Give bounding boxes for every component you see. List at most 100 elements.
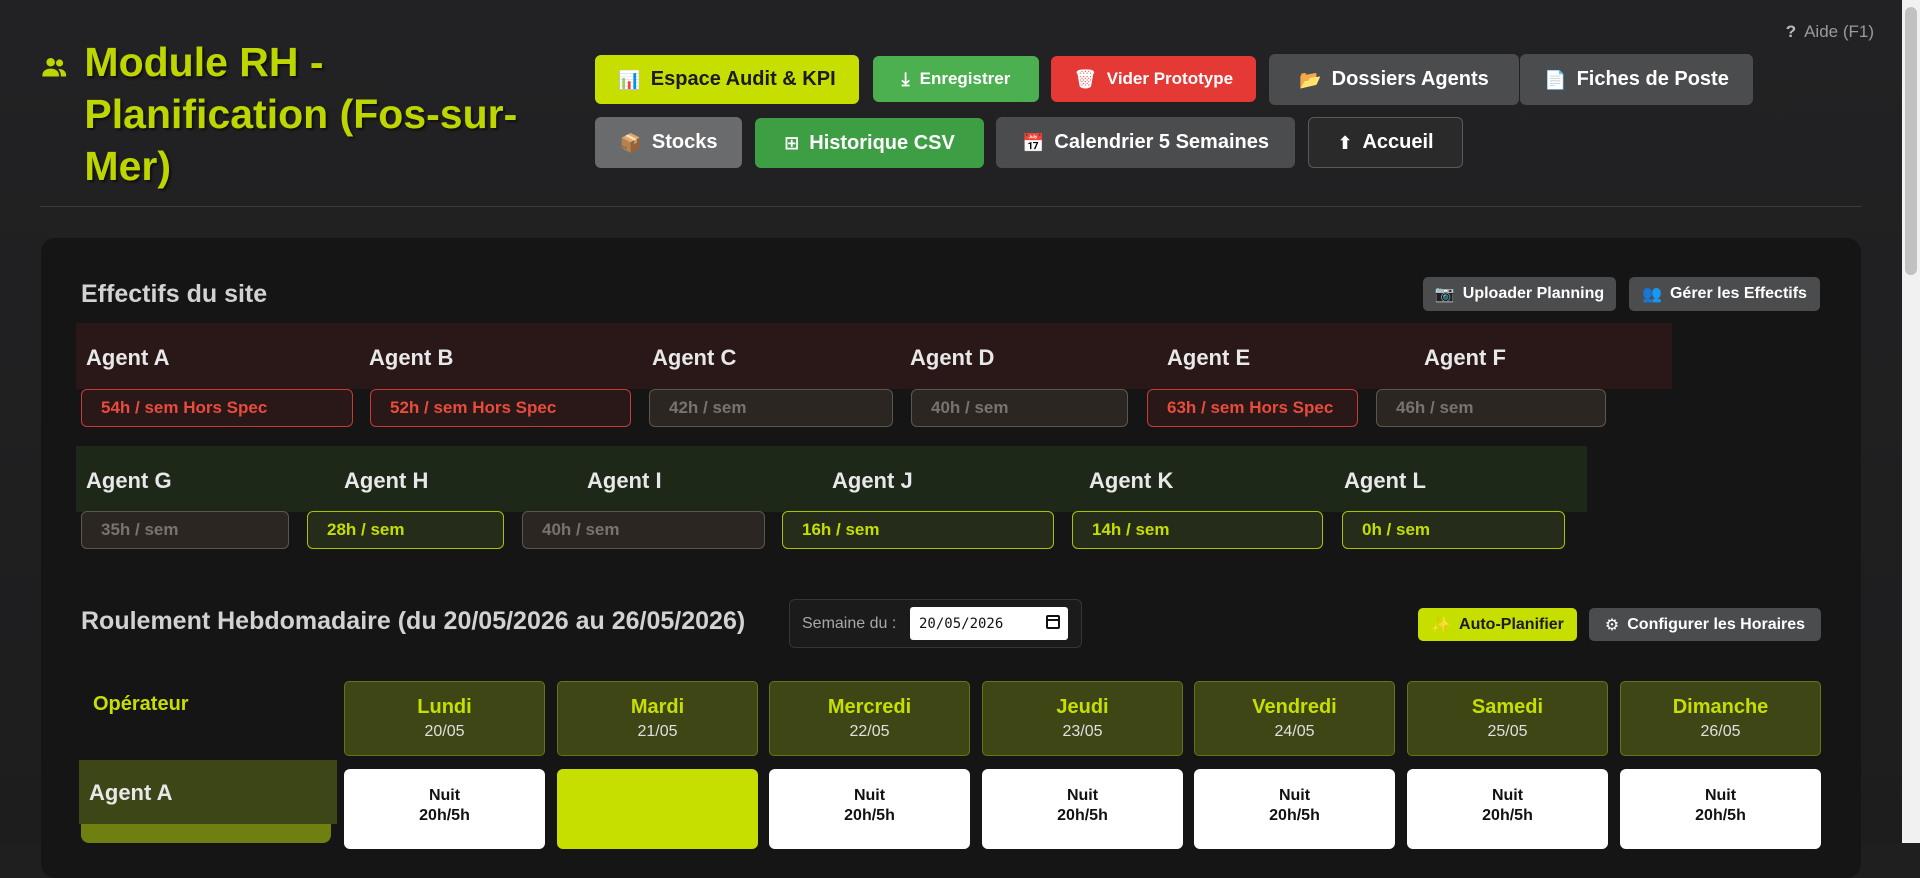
day-name: Vendredi bbox=[1252, 696, 1337, 718]
page-header: Module RH - Planification (Fos-sur-Mer) bbox=[40, 36, 560, 192]
job-sheets-button[interactable]: 📄 Fiches de Poste bbox=[1520, 54, 1753, 105]
day-header: Samedi 25/05 bbox=[1407, 681, 1608, 756]
day-header: Vendredi 24/05 bbox=[1194, 681, 1395, 756]
agent-name: Agent J bbox=[832, 468, 913, 493]
day-name: Dimanche bbox=[1672, 696, 1769, 718]
shift-type: Nuit bbox=[1278, 787, 1311, 804]
shift-cell[interactable] bbox=[557, 769, 758, 849]
stocks-button[interactable]: 📦 Stocks bbox=[595, 117, 742, 168]
week-date-input[interactable]: 20/05/2026 bbox=[910, 607, 1068, 640]
agent-hours-badge[interactable]: 42h / sem bbox=[649, 389, 893, 427]
agent-files-button[interactable]: 📂 Dossiers Agents bbox=[1269, 54, 1519, 105]
agent-hours-badge[interactable]: 16h / sem bbox=[782, 511, 1054, 549]
day-name: Mercredi bbox=[827, 696, 912, 718]
gear-icon: ⚙ bbox=[1604, 616, 1620, 634]
operator-column-header: Opérateur bbox=[93, 693, 189, 715]
agent-name: Agent E bbox=[1167, 345, 1251, 370]
day-header: Lundi 20/05 bbox=[344, 681, 545, 756]
users-icon bbox=[42, 57, 67, 77]
save-button[interactable]: ⤓ Enregistrer bbox=[873, 56, 1039, 102]
shift-type: Nuit bbox=[1066, 787, 1099, 804]
day-header: Mercredi 22/05 bbox=[769, 681, 970, 756]
question-icon: ? bbox=[1785, 22, 1797, 41]
shift-hours: 20h/5h bbox=[1482, 807, 1533, 824]
shift-hours: 20h/5h bbox=[1269, 807, 1320, 824]
agent-hours-badge[interactable]: 46h / sem bbox=[1376, 389, 1606, 427]
agent-hours-badge[interactable]: 14h / sem bbox=[1072, 511, 1323, 549]
day-name: Jeudi bbox=[1056, 696, 1109, 718]
manage-staff-label: Gérer les Effectifs bbox=[1669, 285, 1807, 302]
calendar-picker-icon[interactable] bbox=[1046, 615, 1060, 629]
sparkles-icon: ✨ bbox=[1431, 616, 1452, 634]
shift-type: Nuit bbox=[853, 787, 886, 804]
agent-files-label: Dossiers Agents bbox=[1331, 68, 1489, 90]
day-name: Samedi bbox=[1471, 696, 1544, 718]
agent-hours-badge[interactable]: 54h / sem Hors Spec bbox=[81, 389, 353, 427]
users-icon: 👥 bbox=[1642, 286, 1662, 303]
agent-name: Agent D bbox=[910, 345, 995, 370]
audit-kpi-button[interactable]: 📊 Espace Audit & KPI bbox=[595, 55, 859, 104]
help-link[interactable]: ? Aide (F1) bbox=[1786, 22, 1874, 42]
day-name: Lundi bbox=[417, 696, 472, 718]
camera-icon: 📷 bbox=[1434, 286, 1455, 303]
agent-name: Agent G bbox=[86, 468, 172, 493]
agent-name: Agent I bbox=[587, 468, 662, 493]
shift-cell[interactable]: Nuit 20h/5h bbox=[769, 769, 970, 849]
effectifs-title: Effectifs du site bbox=[81, 280, 268, 308]
week-date-value: 20/05/2026 bbox=[919, 615, 1004, 632]
csv-history-label: Historique CSV bbox=[809, 131, 955, 154]
clear-prototype-button[interactable]: 🗑 Vider Prototype bbox=[1051, 56, 1256, 102]
auto-plan-label: Auto-Planifier bbox=[1459, 615, 1564, 633]
configure-schedules-label: Configurer les Horaires bbox=[1627, 615, 1806, 633]
agent-name: Agent H bbox=[344, 468, 429, 493]
home-label: Accueil bbox=[1362, 131, 1434, 153]
shift-cell[interactable]: Nuit 20h/5h bbox=[344, 769, 545, 849]
shift-type: Nuit bbox=[1491, 787, 1524, 804]
day-date: 22/05 bbox=[849, 723, 890, 740]
help-label: Aide (F1) bbox=[1804, 22, 1874, 41]
agent-name: Agent F bbox=[1424, 345, 1506, 370]
clear-prototype-label: Vider Prototype bbox=[1106, 69, 1234, 88]
shift-hours: 20h/5h bbox=[1695, 807, 1746, 824]
manage-staff-button[interactable]: 👥 Gérer les Effectifs bbox=[1629, 277, 1820, 311]
shift-cell[interactable]: Nuit 20h/5h bbox=[1194, 769, 1395, 849]
upload-planning-label: Uploader Planning bbox=[1462, 285, 1605, 302]
chart-icon: 📊 bbox=[618, 69, 641, 90]
day-header: Jeudi 23/05 bbox=[982, 681, 1183, 756]
trash-icon: 🗑 bbox=[1073, 69, 1097, 89]
shift-type: Nuit bbox=[1704, 787, 1737, 804]
agent-name: Agent A bbox=[86, 345, 170, 370]
shift-cell[interactable]: Nuit 20h/5h bbox=[1620, 769, 1821, 849]
agent-hours-badge[interactable]: 63h / sem Hors Spec bbox=[1147, 389, 1358, 427]
day-header: Mardi 21/05 bbox=[557, 681, 758, 756]
agent-hours-badge[interactable]: 35h / sem bbox=[81, 511, 289, 549]
week-label: Semaine du : bbox=[802, 615, 897, 632]
roulement-title: Roulement Hebdomadaire (du 20/05/2026 au… bbox=[81, 607, 746, 635]
header-divider bbox=[40, 206, 1862, 207]
shift-hours: 20h/5h bbox=[844, 807, 895, 824]
csv-history-button[interactable]: ⊞ Historique CSV bbox=[755, 118, 984, 168]
shift-type: Nuit bbox=[428, 787, 461, 804]
agent-name: Agent L bbox=[1344, 468, 1426, 493]
configure-schedules-button[interactable]: ⚙ Configurer les Horaires bbox=[1589, 608, 1821, 641]
calendar-button[interactable]: 📅 Calendrier 5 Semaines bbox=[996, 117, 1295, 168]
upload-planning-button[interactable]: 📷 Uploader Planning bbox=[1423, 277, 1616, 311]
agent-hours-badge[interactable]: 0h / sem bbox=[1342, 511, 1565, 549]
auto-plan-button[interactable]: ✨ Auto-Planifier bbox=[1418, 608, 1577, 641]
vertical-scrollbar[interactable] bbox=[1902, 0, 1920, 843]
day-date: 24/05 bbox=[1274, 723, 1315, 740]
download-icon: ⤓ bbox=[901, 69, 910, 89]
agent-hours-badge[interactable]: 40h / sem bbox=[522, 511, 765, 549]
shift-cell[interactable]: Nuit 20h/5h bbox=[1407, 769, 1608, 849]
plus-icon: ⊞ bbox=[784, 133, 800, 153]
home-button[interactable]: ⬆ Accueil bbox=[1308, 117, 1463, 168]
document-icon: 📄 bbox=[1544, 69, 1567, 90]
agent-name: Agent C bbox=[652, 345, 737, 370]
agent-hours-badge[interactable]: 28h / sem bbox=[307, 511, 504, 549]
agent-hours-badge[interactable]: 40h / sem bbox=[911, 389, 1128, 427]
scrollbar-thumb[interactable] bbox=[1905, 7, 1917, 275]
agent-hours-badge[interactable]: 52h / sem Hors Spec bbox=[370, 389, 631, 427]
shift-cell[interactable]: Nuit 20h/5h bbox=[982, 769, 1183, 849]
schedule-row-agent: Agent A bbox=[79, 760, 337, 824]
day-date: 25/05 bbox=[1487, 723, 1528, 740]
